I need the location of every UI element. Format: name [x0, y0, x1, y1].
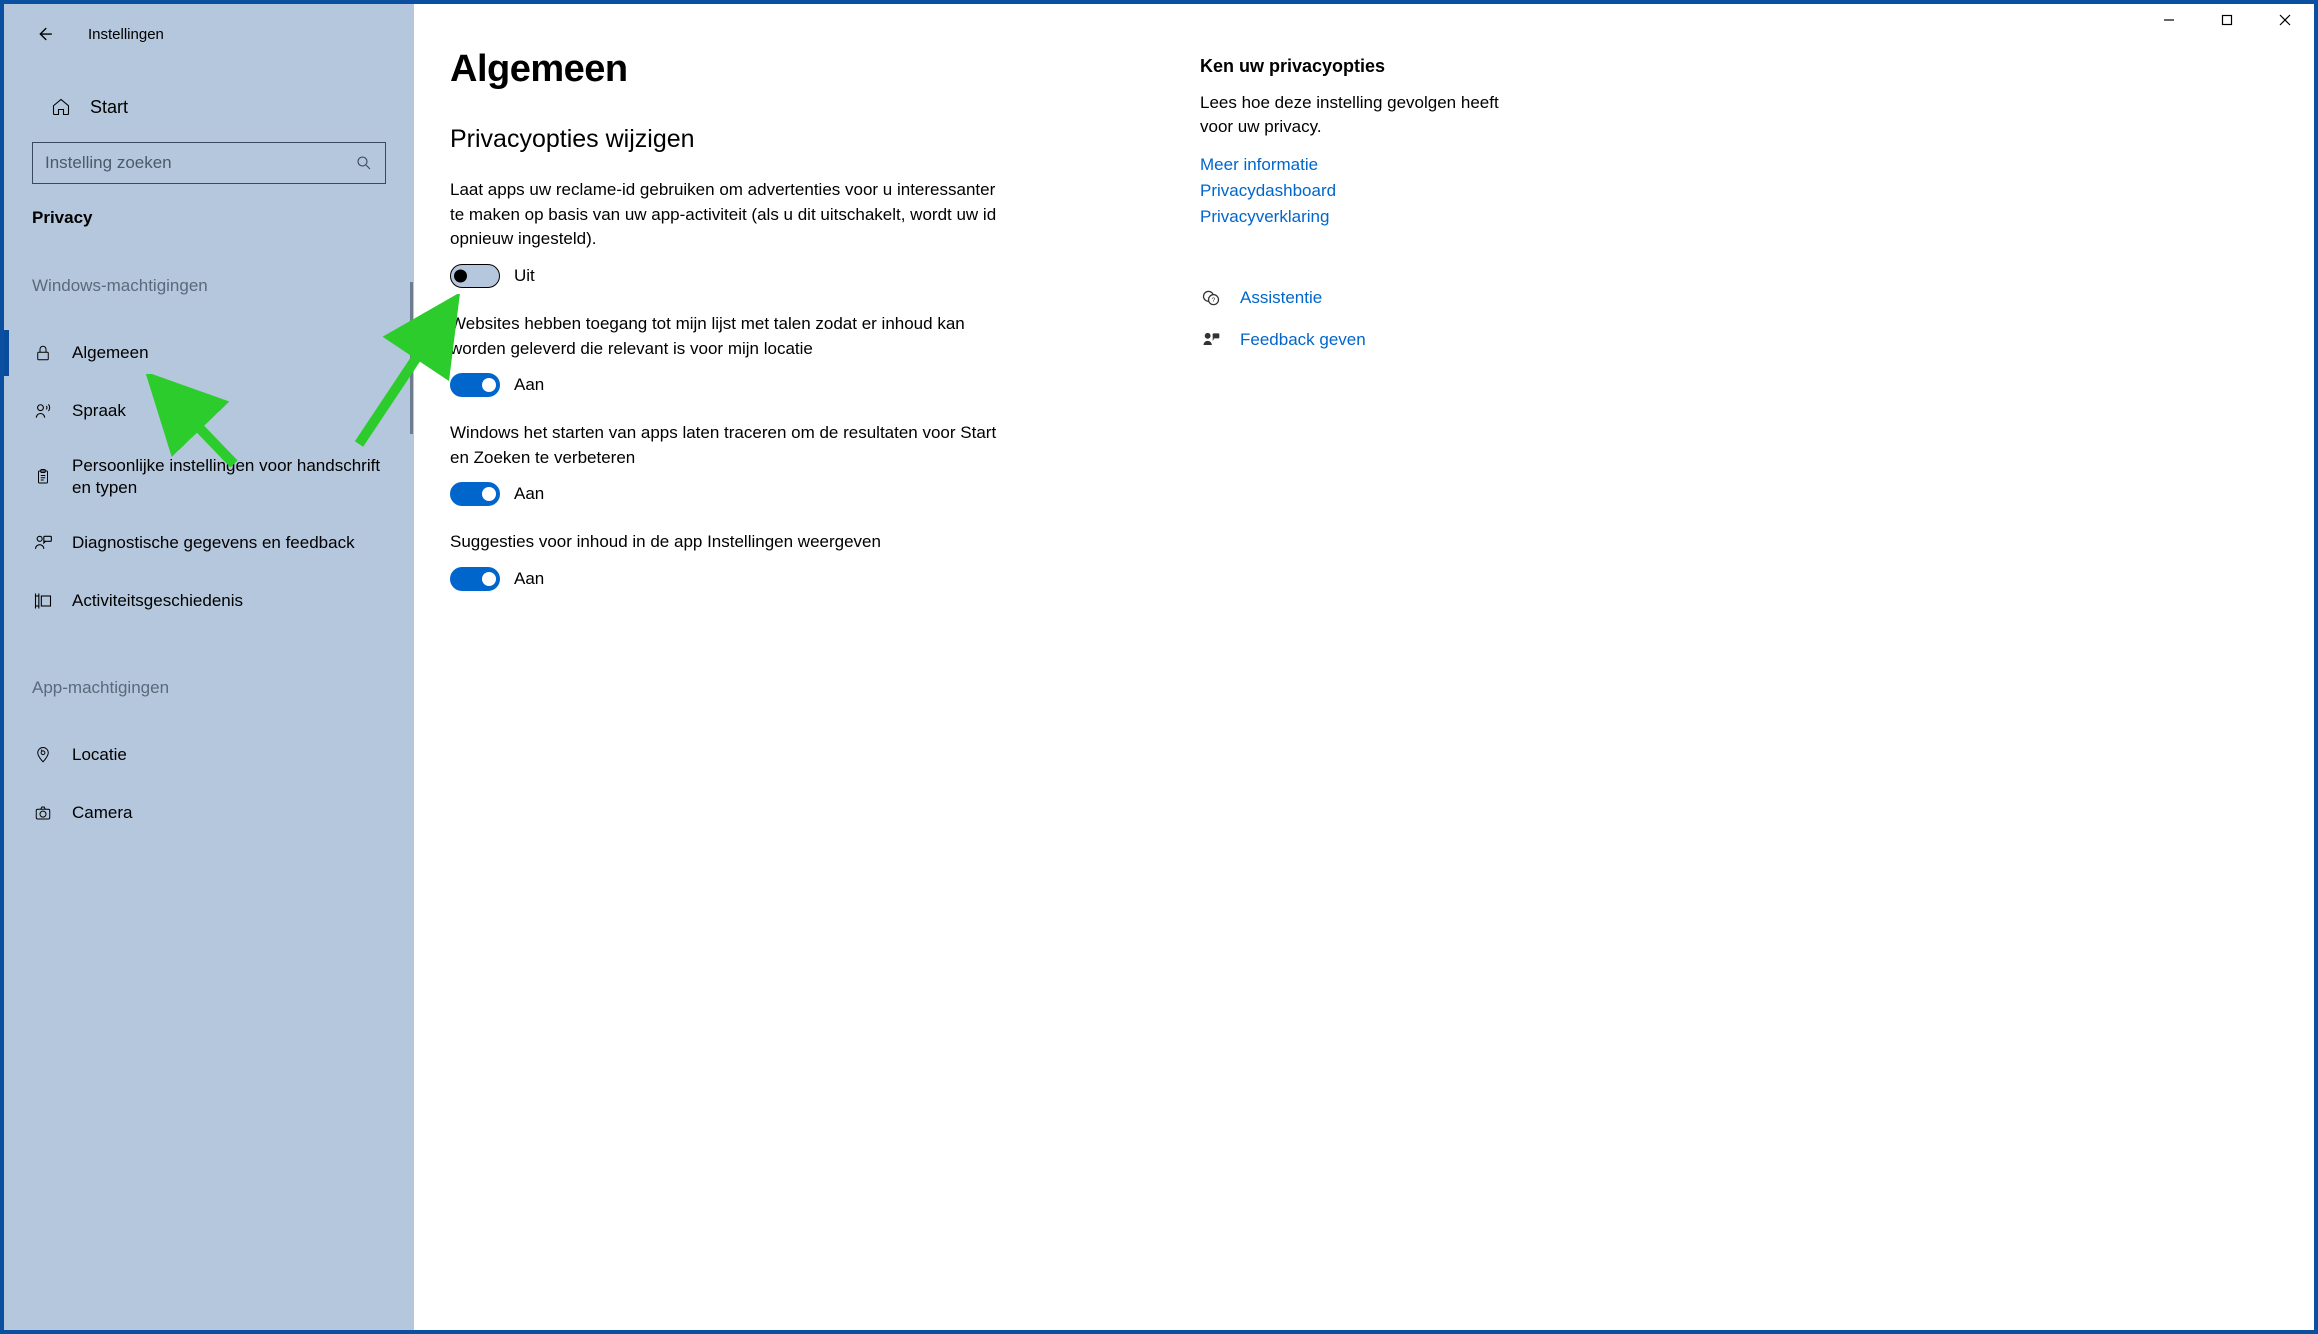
- toggle-switch[interactable]: [450, 264, 500, 288]
- setting-block: Websites hebben toegang tot mijn lijst m…: [450, 312, 1090, 397]
- camera-icon: [32, 802, 54, 824]
- maximize-icon: [2221, 14, 2233, 26]
- search-icon: [355, 154, 373, 172]
- toggle-state-label: Aan: [514, 569, 544, 589]
- home-label: Start: [90, 97, 128, 118]
- setting-description: Websites hebben toegang tot mijn lijst m…: [450, 312, 1010, 361]
- help-icon: ?: [1201, 288, 1221, 308]
- sidebar-item-label: Algemeen: [72, 342, 149, 364]
- location-icon: [32, 744, 54, 766]
- sidebar-item-label: Activiteitsgeschiedenis: [72, 590, 243, 612]
- history-icon: [32, 590, 54, 612]
- setting-description: Windows het starten van apps laten trace…: [450, 421, 1010, 470]
- lock-icon: [32, 342, 54, 364]
- sidebar-section-app-permissions: App-machtigingen: [32, 678, 386, 698]
- sidebar-item-label: Diagnostische gegevens en feedback: [72, 532, 355, 554]
- section-title: Privacyopties wijzigen: [450, 125, 1090, 154]
- sidebar: Instellingen Start Privacy Windows-macht…: [4, 4, 414, 1330]
- aside-desc: Lees hoe deze instelling gevolgen heeft …: [1200, 91, 1520, 139]
- home-icon: [51, 97, 71, 117]
- sidebar-section-windows-permissions: Windows-machtigingen: [32, 276, 386, 296]
- link-privacy-dashboard[interactable]: Privacydashboard: [1200, 181, 1520, 201]
- voice-icon: [32, 400, 54, 422]
- link-privacy-statement[interactable]: Privacyverklaring: [1200, 207, 1520, 227]
- search-box[interactable]: [32, 142, 386, 184]
- setting-block: Windows het starten van apps laten trace…: [450, 421, 1090, 506]
- sidebar-section-privacy: Privacy: [32, 208, 386, 228]
- sidebar-item-clipboard[interactable]: Persoonlijke instellingen voor handschri…: [4, 440, 414, 514]
- page-title: Algemeen: [450, 48, 1090, 91]
- close-icon: [2279, 14, 2291, 26]
- back-button[interactable]: [32, 22, 56, 46]
- toggle-switch[interactable]: [450, 482, 500, 506]
- link-more-info[interactable]: Meer informatie: [1200, 155, 1520, 175]
- maximize-button[interactable]: [2198, 4, 2256, 36]
- search-input[interactable]: [45, 153, 355, 173]
- minimize-button[interactable]: [2140, 4, 2198, 36]
- close-button[interactable]: [2256, 4, 2314, 36]
- svg-text:?: ?: [1212, 297, 1216, 304]
- back-arrow-icon: [33, 23, 55, 45]
- sidebar-item-label: Spraak: [72, 400, 126, 422]
- setting-description: Suggesties voor inhoud in de app Instell…: [450, 530, 1010, 555]
- aside-title: Ken uw privacyopties: [1200, 56, 1520, 77]
- clipboard-icon: [32, 466, 54, 488]
- sidebar-item-voice[interactable]: Spraak: [4, 382, 414, 440]
- sidebar-item-lock[interactable]: Algemeen: [4, 324, 414, 382]
- toggle-state-label: Aan: [514, 375, 544, 395]
- sidebar-item-camera[interactable]: Camera: [4, 784, 414, 842]
- help-link-label: Assistentie: [1240, 288, 1322, 308]
- feedback-link-label: Feedback geven: [1240, 330, 1366, 350]
- toggle-state-label: Aan: [514, 484, 544, 504]
- feedback-icon: [32, 532, 54, 554]
- feedback-icon: [1201, 330, 1221, 350]
- setting-block: Laat apps uw reclame-id gebruiken om adv…: [450, 178, 1090, 288]
- setting-block: Suggesties voor inhoud in de app Instell…: [450, 530, 1090, 591]
- help-link[interactable]: ? Assistentie: [1200, 287, 1520, 309]
- setting-description: Laat apps uw reclame-id gebruiken om adv…: [450, 178, 1010, 252]
- toggle-switch[interactable]: [450, 567, 500, 591]
- sidebar-item-label: Persoonlijke instellingen voor handschri…: [72, 455, 396, 499]
- toggle-switch[interactable]: [450, 373, 500, 397]
- sidebar-item-label: Camera: [72, 802, 132, 824]
- feedback-link[interactable]: Feedback geven: [1200, 329, 1520, 351]
- minimize-icon: [2163, 14, 2175, 26]
- sidebar-item-history[interactable]: Activiteitsgeschiedenis: [4, 572, 414, 630]
- sidebar-item-location[interactable]: Locatie: [4, 726, 414, 784]
- toggle-state-label: Uit: [514, 266, 535, 286]
- titlebar: [2140, 4, 2314, 36]
- scroll-indicator[interactable]: [410, 282, 413, 434]
- home-button[interactable]: Start: [4, 84, 414, 130]
- app-title: Instellingen: [88, 26, 164, 43]
- sidebar-item-feedback[interactable]: Diagnostische gegevens en feedback: [4, 514, 414, 572]
- sidebar-item-label: Locatie: [72, 744, 127, 766]
